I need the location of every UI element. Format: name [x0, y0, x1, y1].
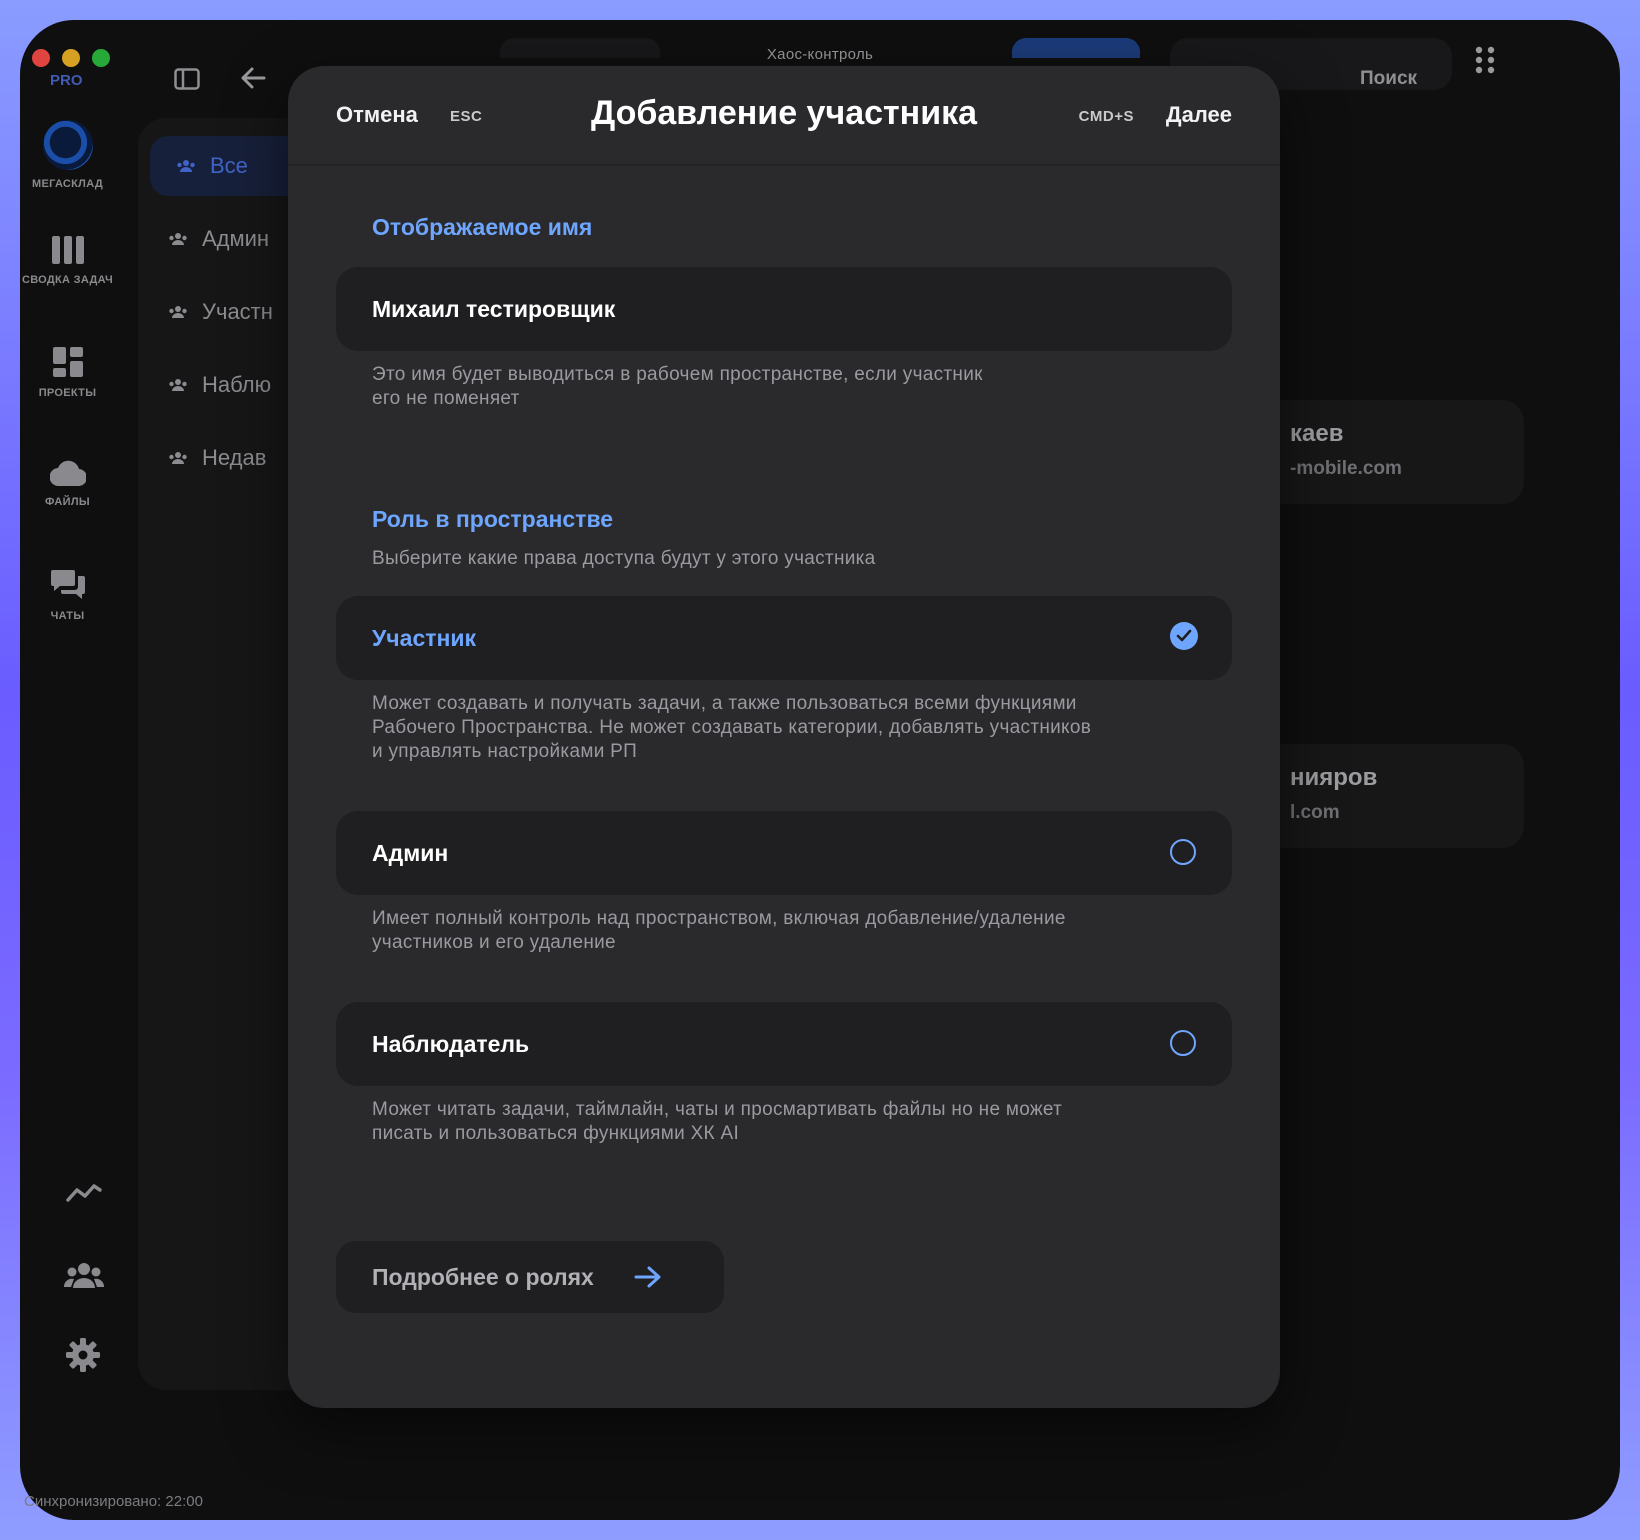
sidebar-item-label: Админ [202, 226, 270, 251]
desc-line: и управлять настройками РП [372, 741, 638, 762]
role-option-label: Админ [372, 839, 449, 866]
group-icon [169, 452, 187, 464]
sync-status: Синхронизировано: 22:00 [24, 1493, 203, 1510]
group-icon [169, 379, 187, 391]
rail-item-label: МЕГАСКЛАД [32, 178, 103, 190]
sidebar-item-admins[interactable]: Админ [168, 226, 269, 252]
sidebar-item-label: Наблю [202, 372, 272, 397]
sidebar-toggle-icon[interactable] [174, 68, 200, 90]
role-heading: Роль в пространстве [372, 506, 614, 532]
member-email: -mobile.com [1290, 458, 1402, 479]
checkmark-icon [1170, 622, 1198, 650]
group-icon [169, 233, 187, 245]
rail-item-workspace[interactable]: МЕГАСКЛАД [0, 120, 135, 190]
toolbar-tab[interactable] [500, 38, 660, 58]
add-member-dialog: Отмена ESC Добавление участника CMD+S Да… [288, 66, 1280, 1408]
arrow-right-icon [634, 1266, 661, 1288]
next-shortcut: CMD+S [1078, 108, 1134, 125]
toolbar-active-tab[interactable] [1012, 38, 1140, 58]
role-description: Может читать задачи, таймлайн, чаты и пр… [372, 1098, 1062, 1146]
role-description: Имеет полный контроль над пространством,… [372, 907, 1066, 955]
rail-item-task-summary[interactable]: СВОДКА ЗАДАЧ [0, 236, 135, 286]
member-name: каев [1290, 420, 1344, 447]
settings-icon[interactable] [66, 1338, 100, 1372]
dashboard-icon [52, 347, 83, 377]
display-name-heading: Отображаемое имя [372, 214, 593, 240]
member-name: нияров [1290, 764, 1378, 791]
rail-item-label: ПРОЕКТЫ [38, 387, 97, 399]
rail-item-label: СВОДКА ЗАДАЧ [21, 274, 114, 286]
hint-line: Это имя будет выводиться в рабочем прост… [372, 364, 983, 385]
group-icon [177, 160, 195, 172]
display-name-hint: Это имя будет выводиться в рабочем прост… [372, 363, 983, 411]
sidebar-item-label: Все [210, 153, 248, 178]
desc-line: Имеет полный контроль над пространством,… [372, 908, 1066, 929]
columns-icon [51, 236, 84, 264]
apps-grid-icon[interactable] [1475, 46, 1495, 74]
desc-line: Рабочего Пространства. Не может создават… [372, 717, 1092, 738]
chat-icon [50, 570, 85, 599]
sidebar-item-observers[interactable]: Наблю [168, 372, 271, 398]
desc-line: Может создавать и получать задачи, а так… [372, 693, 1077, 714]
sidebar-item-members[interactable]: Участн [168, 299, 273, 325]
role-option-label: Наблюдатель [372, 1030, 530, 1057]
dialog-header: Отмена ESC Добавление участника CMD+S Да… [288, 66, 1280, 166]
desc-line: Может читать задачи, таймлайн, чаты и пр… [372, 1099, 1063, 1120]
role-option-label: Участник [372, 624, 477, 651]
role-option-admin[interactable]: Админ [336, 811, 1232, 895]
rail-item-label: ФАЙЛЫ [45, 496, 90, 508]
role-subtitle: Выберите какие права доступа будут у это… [372, 548, 876, 569]
analytics-icon[interactable] [66, 1180, 102, 1204]
cloud-icon [49, 460, 86, 486]
display-name-input[interactable] [372, 295, 1072, 323]
desc-line: участников и его удаление [372, 932, 616, 953]
next-button[interactable]: Далее [1166, 102, 1232, 128]
sidebar-item-recent[interactable]: Недав [168, 445, 266, 471]
radio-icon [1170, 1030, 1196, 1056]
workspace-logo-icon [42, 120, 93, 170]
more-about-roles-label: Подробнее о ролях [372, 1263, 594, 1290]
back-arrow-icon[interactable] [240, 66, 266, 90]
desc-line: писать и пользоваться функциями ХК AI [372, 1123, 740, 1144]
sidebar-item-label: Недав [202, 445, 267, 470]
group-icon [169, 306, 187, 318]
rail-item-chats[interactable]: ЧАТЫ [0, 568, 135, 622]
rail-item-label: ЧАТЫ [50, 610, 85, 622]
rail-item-files[interactable]: ФАЙЛЫ [0, 460, 135, 508]
rail-item-projects[interactable]: ПРОЕКТЫ [0, 347, 135, 399]
more-about-roles-button[interactable]: Подробнее о ролях [336, 1241, 724, 1313]
display-name-field[interactable] [336, 267, 1232, 351]
radio-icon [1170, 839, 1196, 865]
pro-badge: PRO [50, 72, 83, 89]
search-label: Поиск [1360, 68, 1418, 89]
role-description: Может создавать и получать задачи, а так… [372, 692, 1091, 764]
sidebar-item-label: Участн [202, 299, 273, 324]
role-option-member[interactable]: Участник [336, 596, 1232, 680]
member-email: l.com [1290, 802, 1340, 823]
role-option-observer[interactable]: Наблюдатель [336, 1002, 1232, 1086]
team-icon[interactable] [64, 1262, 104, 1288]
hint-line: его не поменяет [372, 388, 520, 409]
